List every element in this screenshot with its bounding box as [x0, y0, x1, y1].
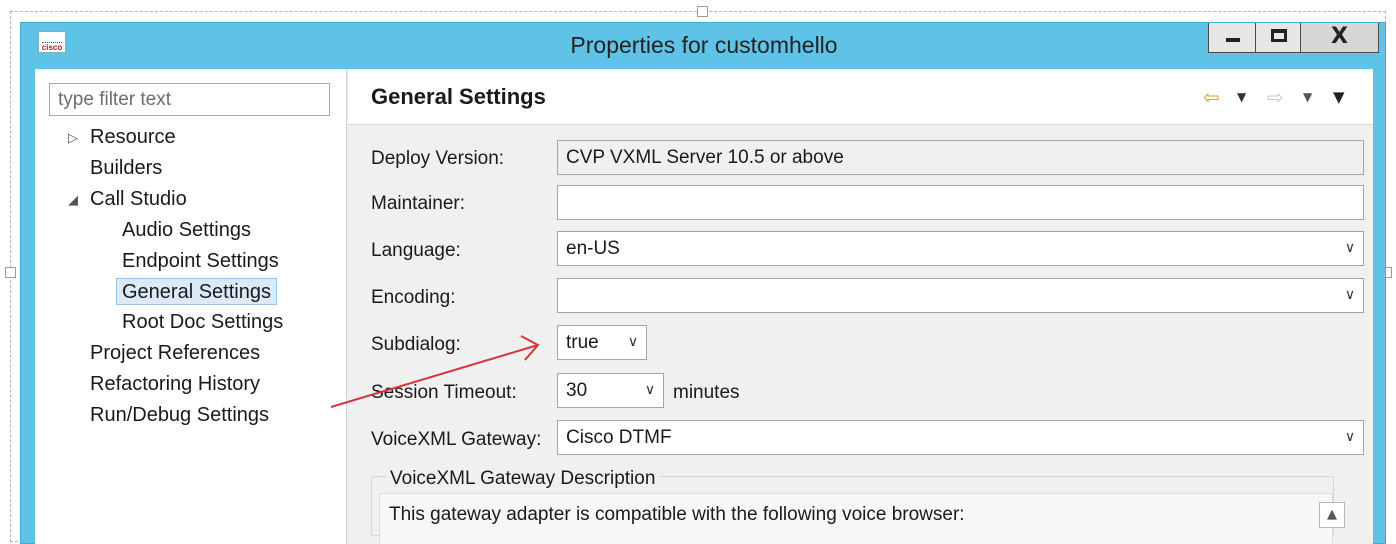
- back-history-dropdown-icon[interactable]: ▼: [1237, 85, 1246, 109]
- back-arrow-icon[interactable]: ⇦: [1203, 85, 1220, 109]
- maintainer-input[interactable]: [557, 185, 1364, 220]
- tree-item-project-references[interactable]: Project References: [90, 340, 260, 367]
- language-label: Language:: [371, 240, 461, 261]
- tree-item-endpoint-settings[interactable]: Endpoint Settings: [122, 248, 279, 275]
- deploy-version-label: Deploy Version:: [371, 148, 505, 169]
- tree-item-audio-settings[interactable]: Audio Settings: [122, 217, 251, 244]
- tree-item-call-studio[interactable]: Call Studio: [90, 186, 187, 213]
- language-select[interactable]: en-US ∨: [557, 231, 1364, 266]
- encoding-select[interactable]: ∨: [557, 278, 1364, 313]
- encoding-label: Encoding:: [371, 287, 456, 308]
- scroll-up-button[interactable]: ▲: [1319, 502, 1345, 528]
- minimize-icon: [1226, 38, 1240, 42]
- chevron-down-icon: ∨: [627, 334, 639, 350]
- maintainer-label: Maintainer:: [371, 193, 465, 214]
- session-timeout-units: minutes: [673, 382, 740, 403]
- resize-handle-top[interactable]: [697, 6, 708, 17]
- subdialog-select[interactable]: true ∨: [557, 325, 647, 360]
- cisco-logo-icon: cisco: [38, 31, 66, 53]
- resize-handle-left[interactable]: [5, 267, 16, 278]
- view-menu-icon[interactable]: ▼: [1333, 85, 1345, 109]
- forward-history-dropdown-icon: ▼: [1303, 90, 1313, 104]
- page-header: General Settings ⇦ ▼ ⇨ ▼ ▼: [348, 69, 1373, 125]
- properties-dialog: Properties for customhello cisco X ▷ Res…: [20, 22, 1386, 544]
- tree-item-builders[interactable]: Builders: [90, 155, 162, 182]
- voicexml-gateway-label: VoiceXML Gateway:: [371, 429, 542, 450]
- tree-item-general-settings[interactable]: General Settings: [116, 278, 277, 305]
- voicexml-gateway-select[interactable]: Cisco DTMF ∨: [557, 420, 1364, 455]
- tree-item-refactoring-history[interactable]: Refactoring History: [90, 371, 260, 398]
- gateway-description-legend: VoiceXML Gateway Description: [386, 467, 660, 491]
- deploy-version-field: CVP VXML Server 10.5 or above: [557, 140, 1364, 175]
- chevron-down-icon: ∨: [1344, 287, 1356, 303]
- session-timeout-label: Session Timeout:: [371, 382, 517, 403]
- collapse-arrow-icon[interactable]: ◢: [68, 186, 82, 213]
- expand-arrow-icon[interactable]: ▷: [68, 124, 82, 151]
- forward-arrow-icon: ⇨: [1267, 85, 1284, 109]
- dialog-body: ▷ Resource Builders ◢ Call Studio Audio …: [35, 69, 1373, 544]
- tree-item-root-doc-settings[interactable]: Root Doc Settings: [122, 309, 283, 336]
- chevron-down-icon: ∨: [1344, 429, 1356, 445]
- filter-input[interactable]: [49, 83, 330, 116]
- maximize-icon: [1271, 29, 1287, 42]
- navigation-toolbar: ⇦ ▼ ⇨ ▼ ▼: [1203, 85, 1363, 109]
- tree-item-run-debug-settings[interactable]: Run/Debug Settings: [90, 402, 269, 429]
- chevron-down-icon: ∨: [644, 382, 656, 398]
- minimize-button[interactable]: [1208, 23, 1256, 53]
- navigation-pane: ▷ Resource Builders ◢ Call Studio Audio …: [35, 69, 347, 544]
- close-icon: X: [1331, 24, 1348, 49]
- close-button[interactable]: X: [1301, 23, 1379, 53]
- page-title: General Settings: [371, 84, 546, 109]
- tree-item-resource[interactable]: Resource: [90, 124, 176, 151]
- chevron-down-icon: ∨: [1344, 240, 1356, 256]
- title-bar[interactable]: Properties for customhello cisco X: [21, 23, 1385, 68]
- session-timeout-select[interactable]: 30 ∨: [557, 373, 664, 408]
- settings-page: General Settings ⇦ ▼ ⇨ ▼ ▼ Deploy Versio…: [348, 69, 1373, 544]
- window-title: Properties for customhello: [570, 32, 838, 58]
- gateway-description-text: This gateway adapter is compatible with …: [389, 504, 965, 525]
- maximize-button[interactable]: [1256, 23, 1301, 53]
- subdialog-label: Subdialog:: [371, 334, 461, 355]
